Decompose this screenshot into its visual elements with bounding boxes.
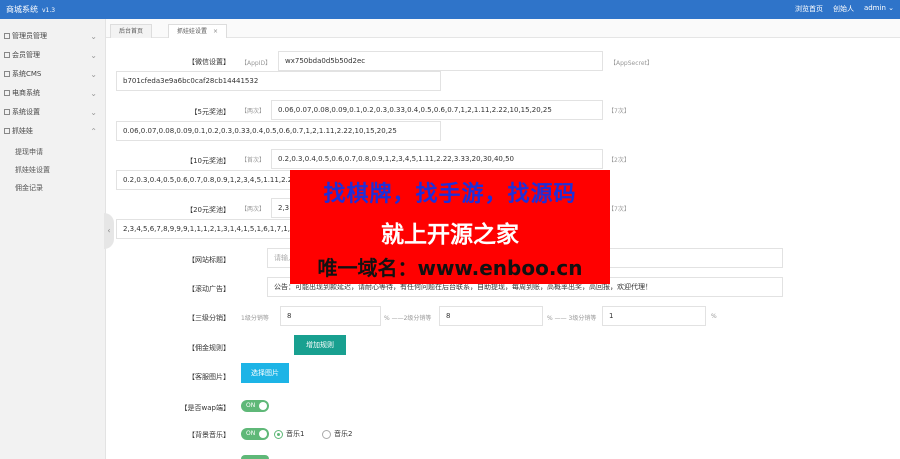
sidebar-subitem-withdraw[interactable]: 提现申请	[0, 143, 105, 161]
sidebar-submenu: 提现申请 抓娃娃设置 佣金记录	[0, 141, 105, 197]
ad-line-2: 就上开源之家	[381, 222, 519, 248]
chevron-down-icon: ⌄	[90, 32, 97, 41]
prize10-hint1: 【首次】	[241, 157, 266, 164]
cart-icon	[4, 90, 10, 96]
extra-toggle[interactable]	[241, 455, 269, 459]
appsecret-input[interactable]: b701cfeda3e9a6bc0caf28cb14441532	[116, 71, 441, 91]
tab-home[interactable]: 后台首页	[110, 24, 153, 38]
chevron-down-icon: ⌄	[90, 70, 97, 79]
top-right-menu: 浏览首页 创始人 admin ⌄	[795, 4, 894, 14]
sidebar-item-members[interactable]: 会员管理 ⌄	[0, 46, 105, 65]
tab-bar: 后台首页 抓娃娃设置 ×	[106, 19, 900, 38]
music-option-2-label: 音乐2	[334, 430, 353, 438]
tab-label: 后台首页	[119, 28, 144, 35]
toggle-knob	[259, 430, 267, 438]
level3-input[interactable]: 1	[602, 306, 706, 326]
wechat-label: 【微信设置】	[188, 58, 230, 66]
level3-hint: % —— 3级分销等	[547, 315, 597, 322]
add-rule-button[interactable]: 增加规则	[294, 335, 346, 355]
ad-line-1: 找棋牌，找手游，找源码	[323, 182, 577, 207]
sidebar-item-settings[interactable]: 系统设置 ⌄	[0, 103, 105, 122]
app-brand[interactable]: 商城系统 v1.3	[6, 4, 55, 15]
level2-hint: % ——2级分销等	[384, 315, 432, 322]
user-name: admin	[863, 4, 886, 12]
tab-claw-settings[interactable]: 抓娃娃设置 ×	[168, 24, 228, 38]
user-menu[interactable]: admin ⌄	[864, 4, 894, 14]
level3-percent: %	[711, 313, 717, 320]
app-title: 商城系统	[6, 5, 38, 14]
wap-label: 【是否wap端】	[180, 404, 230, 412]
music-label: 【背景音乐】	[188, 431, 230, 439]
sidebar-subitem-claw-settings[interactable]: 抓娃娃设置	[0, 161, 105, 179]
sidebar: 管理员管理 ⌄ 会员管理 ⌄ 系统CMS ⌄ 电商系统 ⌄ 系统设置 ⌄ 抓娃娃 ⌃ 提现申…	[0, 19, 106, 459]
appid-input[interactable]: wx750bda0d5b50d2ec	[278, 51, 603, 71]
prize10-hint2: 【2次】	[608, 157, 630, 164]
prize5-label: 【5元奖池】	[190, 108, 230, 116]
marquee-label: 【滚动广告】	[188, 285, 230, 293]
prize10-input1[interactable]: 0.2,0.3,0.4,0.5,0.6,0.7,0.8,0.9,1,2,3,4,…	[271, 149, 603, 169]
commission-label: 【佣金规则】	[188, 344, 230, 352]
level1-input[interactable]: 8	[280, 306, 381, 326]
sidebar-item-ecommerce[interactable]: 电商系统 ⌄	[0, 84, 105, 103]
music-option-2[interactable]: 音乐2	[322, 429, 352, 439]
sidebar-item-label: 系统设置	[12, 108, 40, 116]
service-image-label: 【客服图片】	[188, 373, 230, 381]
prize20-label: 【20元奖池】	[186, 206, 230, 214]
prize5-input2[interactable]: 0.06,0.07,0.08,0.09,0.1,0.2,0.3,0.33,0.4…	[116, 121, 441, 141]
prize10-label: 【10元奖池】	[186, 157, 230, 165]
prize20-hint1: 【两次】	[241, 206, 266, 213]
wap-toggle-state: ON	[246, 402, 256, 409]
sidebar-item-label: 电商系统	[12, 89, 40, 97]
grid-icon	[4, 128, 10, 134]
toggle-knob	[259, 402, 267, 410]
choose-image-button[interactable]: 选择图片	[241, 363, 289, 383]
overlay-ad-banner: 找棋牌，找手游，找源码 就上开源之家 唯一域名：www.enboo.cn	[290, 170, 610, 284]
chevron-down-icon: ⌄	[90, 89, 97, 98]
document-icon	[4, 71, 10, 77]
app-version: v1.3	[42, 7, 56, 14]
sidebar-item-label: 抓娃娃	[12, 127, 33, 135]
top-bar: 商城系统 v1.3 浏览首页 创始人 admin ⌄	[0, 0, 900, 19]
music-toggle-state: ON	[246, 430, 256, 437]
appid-hint: 【AppID】	[241, 60, 272, 67]
role-label: 创始人	[832, 5, 854, 13]
sidebar-item-admin[interactable]: 管理员管理 ⌄	[0, 27, 105, 46]
prize5-hint1: 【两次】	[241, 108, 266, 115]
music-toggle[interactable]: ON	[241, 428, 269, 440]
prize20-hint2: 【7次】	[608, 206, 630, 213]
radio-unchecked-icon	[322, 429, 331, 439]
chevron-down-icon: ⌄	[90, 108, 97, 117]
home-link[interactable]: 浏览首页	[795, 4, 823, 14]
chevron-down-icon: ⌄	[90, 51, 97, 60]
radio-checked-icon	[274, 429, 283, 439]
sidebar-item-label: 会员管理	[12, 51, 40, 59]
prize5-input1[interactable]: 0.06,0.07,0.08,0.09,0.1,0.2,0.3,0.33,0.4…	[271, 100, 603, 120]
gear-icon	[4, 109, 10, 115]
chevron-down-icon: ⌄	[888, 4, 894, 12]
level1-hint: 1级分销等	[241, 315, 269, 322]
appsecret-hint: 【AppSecret】	[610, 60, 653, 67]
distribution-label: 【三级分销】	[188, 314, 230, 322]
wap-toggle[interactable]: ON	[241, 400, 269, 412]
chevron-up-icon: ⌃	[90, 127, 97, 136]
tab-label: 抓娃娃设置	[177, 28, 208, 35]
sidebar-subitem-commission[interactable]: 佣金记录	[0, 179, 105, 197]
level2-input[interactable]: 8	[439, 306, 543, 326]
sidebar-item-label: 系统CMS	[12, 70, 42, 78]
music-option-1-label: 音乐1	[286, 430, 305, 438]
prize5-hint2: 【7次】	[608, 108, 630, 115]
music-option-1[interactable]: 音乐1	[274, 429, 304, 439]
user-icon	[4, 33, 10, 39]
ad-line-3: 唯一域名：www.enboo.cn	[317, 256, 583, 280]
sidebar-item-cms[interactable]: 系统CMS ⌄	[0, 65, 105, 84]
sidebar-item-claw[interactable]: 抓娃娃 ⌃	[0, 122, 105, 141]
site-name-label: 【网站标题】	[188, 256, 230, 264]
sidebar-item-label: 管理员管理	[12, 32, 47, 40]
users-icon	[4, 52, 10, 58]
close-icon[interactable]: ×	[213, 28, 218, 35]
